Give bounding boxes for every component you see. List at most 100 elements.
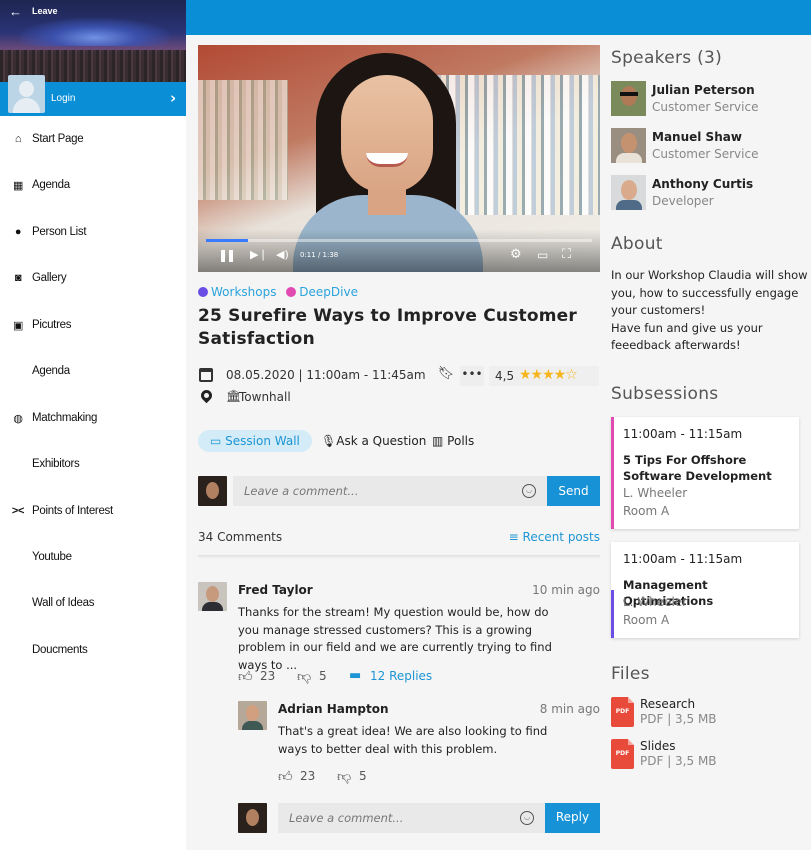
sidebar-item-wall-of-ideas[interactable]: Wall of Ideas (0, 589, 186, 619)
sidebar-item-points-of-interest[interactable]: >< Points of Interest (0, 497, 186, 527)
sidebar-item-agenda-2[interactable]: Agenda (0, 357, 186, 387)
file-meta: PDF | 3,5 MB (640, 712, 717, 726)
speaker-role: Customer Service (652, 147, 759, 161)
subsession-color-bar (611, 590, 614, 638)
chat-icon: ▭ (210, 434, 222, 448)
pdf-file-icon: PDF (611, 739, 634, 769)
reply-time: 8 min ago (539, 702, 600, 716)
subsession-speaker: L. Wheeler (623, 486, 688, 500)
avatar (611, 175, 646, 210)
comment-reactions: 👍︎ 23 👎︎ 5 ▬ 12 Replies (238, 668, 598, 686)
file-item[interactable]: PDF Research PDF | 3,5 MB (611, 697, 811, 731)
theater-mode-icon[interactable]: ▭ (537, 248, 548, 262)
pause-icon[interactable]: ❚❚ (218, 248, 236, 262)
volume-icon[interactable]: ◀) (276, 248, 289, 261)
session-tabs: ▭ Session Wall 🎙︎Ask a Question ▥ Polls (198, 430, 600, 454)
sidebar-item-exhibitors[interactable]: Exhibitors (0, 450, 186, 480)
comment-author[interactable]: Fred Taylor (238, 583, 313, 597)
video-progress-bar[interactable] (206, 239, 592, 242)
speaker-item[interactable]: Manuel Shaw Customer Service (611, 128, 811, 164)
avatar-face (206, 482, 219, 499)
speakers-title: Speakers (3) (611, 48, 723, 68)
reply-box: Leave a comment... ◡ Reply (238, 802, 600, 834)
login-label: Login (51, 93, 76, 104)
avatar-body (616, 200, 642, 210)
skip-forward-icon[interactable]: ▶❘ (250, 248, 268, 261)
sidebar-item-person-list[interactable]: ● Person List (0, 218, 186, 248)
fullscreen-icon[interactable]: ⛶ (562, 247, 571, 262)
reply-button[interactable]: Reply (545, 803, 600, 833)
divider (198, 555, 600, 559)
sunglasses (620, 92, 638, 96)
files-title: Files (611, 664, 650, 684)
sidebar-item-picutres[interactable]: ▣ Picutres (0, 311, 186, 341)
dislike-count: 5 (359, 769, 367, 783)
subsession-card[interactable]: 11:00am - 11:15am 5 Tips For Offshore So… (611, 417, 799, 529)
tab-label: Session Wall (225, 434, 300, 448)
speaker-item[interactable]: Julian Peterson Customer Service (611, 81, 811, 117)
sidebar-item-doucments[interactable]: Doucments (0, 636, 186, 666)
leave-button[interactable]: Leave (32, 6, 58, 16)
session-date: 08.05.2020 | 11:00am - 11:45am (226, 368, 426, 382)
video-progress-fill (206, 239, 249, 242)
tab-ask-a-question[interactable]: 🎙︎Ask a Question (321, 430, 426, 452)
reply-input[interactable]: Leave a comment... (278, 803, 545, 833)
reply-item: Adrian Hampton 8 min ago That's a great … (238, 701, 600, 793)
sidebar-item-label: Points of Interest (32, 505, 113, 517)
file-item[interactable]: PDF Slides PDF | 3,5 MB (611, 739, 811, 773)
sort-recent-posts[interactable]: ≡ Recent posts (509, 530, 600, 544)
comment-box: Leave a comment... ◡ Send (198, 475, 600, 507)
emoji-icon[interactable]: ◡ (522, 484, 536, 498)
thumbs-up-icon[interactable]: 👍︎ (278, 768, 293, 785)
subsession-room: Room A (623, 613, 670, 627)
main-content: ❚❚ ▶❘ ◀) 0:11 / 1:38 ⚙ ▭ ⛶ Workshops Dee… (186, 35, 611, 850)
subsession-card[interactable]: 11:00am - 11:15am Management Optimizatio… (611, 542, 799, 638)
speaker-item[interactable]: Anthony Curtis Developer (611, 175, 811, 211)
avatar (198, 476, 227, 506)
comments-header: 34 Comments ≡ Recent posts (198, 530, 600, 544)
sidebar-item-start-page[interactable]: ⌂ Start Page (0, 125, 186, 155)
file-meta: PDF | 3,5 MB (640, 754, 717, 768)
avatar (238, 701, 267, 730)
rating-stars: ★★★★☆ (519, 367, 578, 383)
session-location: Townhall (239, 390, 291, 404)
tab-polls[interactable]: ▥ Polls (432, 430, 474, 452)
settings-gear-icon[interactable]: ⚙ (510, 247, 522, 262)
arrow-left-icon[interactable]: ← (9, 4, 22, 19)
pdf-file-icon: PDF (611, 697, 634, 727)
microphone-icon: 🎙︎ (321, 434, 337, 448)
dislike-count: 5 (319, 669, 327, 683)
tag-deepdive[interactable]: DeepDive (286, 285, 358, 299)
reply-text: That's a great idea! We are also looking… (278, 724, 548, 756)
avatar (198, 582, 227, 611)
session-title: 25 Surefire Ways to Improve Customer Sat… (198, 306, 577, 349)
replies-link[interactable]: 12 Replies (370, 669, 432, 683)
sidebar-item-label: Gallery (32, 272, 67, 284)
rating-widget[interactable]: 4,5 ★★★★☆ (489, 366, 599, 386)
emoji-icon[interactable]: ◡ (520, 811, 534, 825)
thumbs-down-icon[interactable]: 👎︎ (297, 668, 311, 685)
replies-icon[interactable]: ▬ (349, 668, 361, 683)
reply-author[interactable]: Adrian Hampton (278, 702, 388, 716)
video-player[interactable]: ❚❚ ▶❘ ◀) 0:11 / 1:38 ⚙ ▭ ⛶ (198, 45, 600, 272)
login-row[interactable]: Login › (0, 75, 186, 116)
location-pin-icon (198, 387, 215, 404)
sidebar-item-matchmaking[interactable]: ◍ Matchmaking (0, 404, 186, 434)
more-options-icon[interactable]: ••• (460, 366, 484, 386)
comments-count: 34 Comments (198, 530, 283, 544)
chevron-right-icon: › (170, 89, 177, 107)
sidebar-item-gallery[interactable]: ◙ Gallery (0, 264, 186, 294)
send-button[interactable]: Send (547, 476, 600, 506)
avatar-placeholder-icon (8, 75, 45, 113)
bookmark-icon[interactable]: 🔖︎ (436, 366, 456, 386)
thumbs-up-icon[interactable]: 👍︎ (238, 668, 253, 685)
tag-workshops[interactable]: Workshops (198, 285, 276, 299)
thumbs-down-icon[interactable]: 👎︎ (337, 768, 351, 785)
bar-chart-icon: ▥ (432, 434, 444, 448)
sidebar-item-youtube[interactable]: Youtube (0, 543, 186, 573)
comment-input[interactable]: Leave a comment... (233, 476, 547, 506)
sidebar-item-label: Matchmaking (32, 412, 98, 424)
tab-session-wall[interactable]: ▭ Session Wall (198, 430, 312, 452)
comment-text: Thanks for the stream! My question would… (238, 605, 552, 672)
sidebar-item-agenda[interactable]: ▦ Agenda (0, 171, 186, 201)
